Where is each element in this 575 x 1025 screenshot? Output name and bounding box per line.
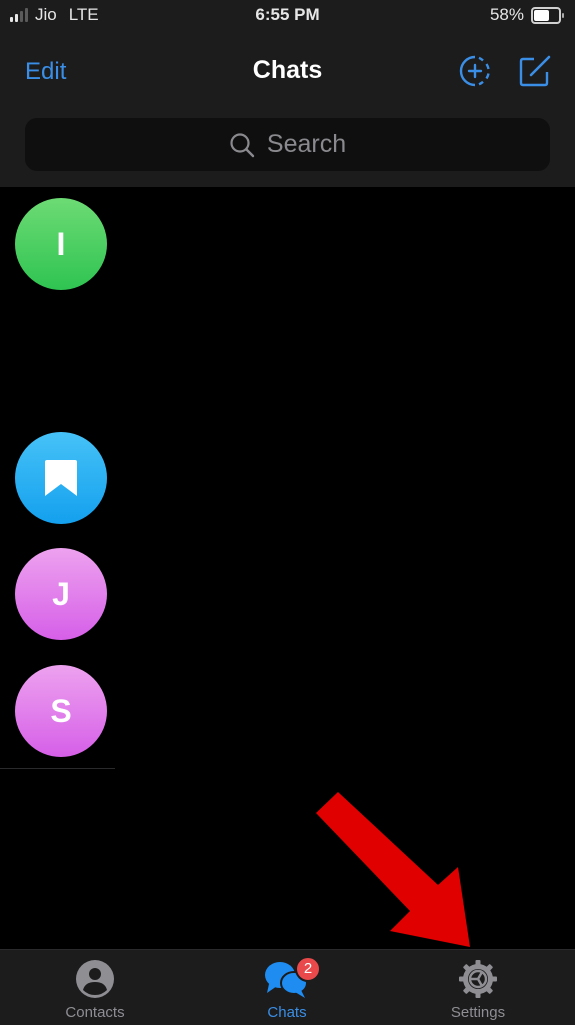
clock: 6:55 PM (255, 5, 320, 24)
search-input[interactable]: Search (25, 118, 550, 171)
tab-label: Chats (267, 1004, 307, 1021)
battery-percent: 58% (489, 5, 524, 24)
gear-icon (459, 960, 497, 998)
edit-button[interactable]: Edit (25, 58, 66, 86)
search-icon (230, 132, 255, 157)
chat-avatar-i[interactable]: I (15, 198, 107, 290)
person-circle-icon (76, 960, 114, 998)
chat-avatar-j[interactable]: J (15, 548, 107, 640)
unread-badge: 2 (295, 956, 321, 982)
bookmark-icon (45, 460, 77, 496)
list-divider (0, 768, 115, 769)
tab-label: Settings (450, 1004, 506, 1021)
navigation-bar: Edit Chats Search (0, 34, 575, 187)
chat-avatar-saved-messages[interactable] (15, 432, 107, 524)
annotation-arrow-icon (316, 792, 470, 947)
status-bar: Jio LTE 6:55 PM 58% (0, 0, 575, 34)
battery-info: 58% (489, 5, 564, 25)
compose-icon[interactable] (518, 54, 552, 88)
tab-contacts[interactable]: Contacts (0, 950, 190, 1025)
avatar-initial: S (50, 692, 72, 729)
avatar-initial: I (56, 225, 66, 262)
tab-bar: Contacts 2 Chats Settings (0, 949, 575, 1025)
page-title: Chats (252, 56, 323, 84)
chat-avatar-s[interactable]: S (15, 665, 107, 757)
search-placeholder: Search (266, 130, 347, 158)
tab-label: Contacts (65, 1004, 125, 1021)
tab-settings[interactable]: Settings (383, 950, 573, 1025)
battery-icon (531, 6, 564, 24)
avatar-initial: J (52, 575, 70, 612)
add-story-icon[interactable] (458, 54, 492, 88)
tab-chats[interactable]: 2 Chats (192, 950, 382, 1025)
